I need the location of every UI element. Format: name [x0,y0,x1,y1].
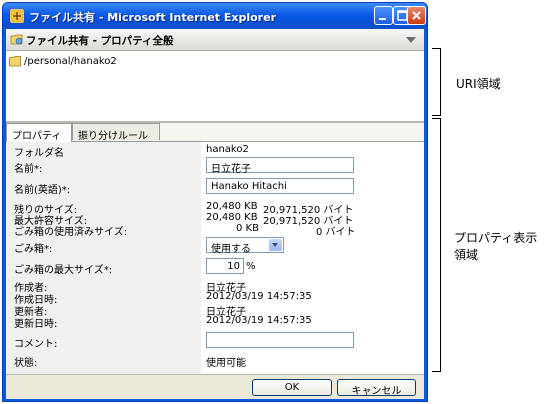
trash-max-unit: % [246,261,256,272]
comment-label: コメント: [14,339,58,350]
trash-used-bytes: 0 バイト [316,227,356,238]
property-area-annotation-line1: プロパティ表示 [454,231,538,245]
window-title: ファイル共有 - Microsoft Internet Explorer [29,11,276,24]
tab-properties[interactable]: プロパティ [6,123,72,142]
folder-name-label: フォルダ名 [14,148,64,159]
name-en-label: 名前(英語)*: [14,185,71,196]
created-value: 2012/03/19 14:57:35 [206,291,312,302]
minimize-icon[interactable] [374,6,393,25]
trash-selected-value: 使用する [211,244,251,255]
cancel-button[interactable]: キャンセル [337,379,416,397]
chevron-down-icon[interactable] [269,239,282,251]
folder-icon [9,56,21,67]
remaining-kb: 20,480 KB [206,201,258,212]
dialog-header: ファイル共有 - プロパティ全般 [6,29,424,51]
trash-select[interactable]: 使用する [206,237,284,255]
folder-share-icon [10,34,23,45]
trash-max-input[interactable]: 10 [206,258,244,274]
property-area-annotation-line2: 領域 [454,248,479,262]
dialog-body: ファイル共有 - プロパティ全般 /personal/hanako2 プロパティ… [6,29,424,399]
title-bar[interactable]: ファイル共有 - Microsoft Internet Explorer [3,3,427,29]
name-en-input[interactable]: Hanako Hitachi [206,178,354,194]
status-label: 状態: [14,358,38,369]
max-allowed-kb: 20,480 KB [206,212,258,223]
status-value: 使用可能 [206,358,246,369]
comment-input[interactable] [206,332,354,348]
uri-path[interactable]: /personal/hanako2 [24,56,117,67]
close-icon[interactable] [407,6,426,25]
dropdown-arrow-icon[interactable] [406,37,416,43]
browser-window: ファイル共有 - Microsoft Internet Explorer ファイ… [2,2,428,402]
trash-max-label: ごみ箱の最大サイズ*: [14,265,113,276]
trash-used-kb: 0 KB [236,223,259,234]
updated-label: 更新日時: [14,319,58,330]
folder-name-value: hanako2 [206,144,249,155]
trash-label: ごみ箱*: [14,244,53,255]
ie-icon [10,9,24,23]
dialog-title: ファイル共有 - プロパティ全般 [26,35,174,47]
property-area-bracket [432,118,441,372]
property-panel: フォルダ名 hanako2 名前*: 日立花子 名前(英語)*: Hanako … [6,142,424,374]
name-input[interactable]: 日立花子 [206,157,354,175]
tab-sorting-rules[interactable]: 振り分けルール [72,123,160,142]
uri-area-bracket [432,48,441,116]
trash-used-label: ごみ箱の使用済みサイズ: [14,227,128,238]
ok-button[interactable]: OK [252,379,332,396]
updated-value: 2012/03/19 14:57:35 [206,315,312,326]
tab-bar: プロパティ 振り分けルール [6,123,424,142]
button-bar: OK キャンセル [6,374,424,399]
uri-area: /personal/hanako2 [6,51,424,121]
name-label: 名前*: [14,164,43,175]
uri-area-annotation: URI領域 [456,77,501,91]
